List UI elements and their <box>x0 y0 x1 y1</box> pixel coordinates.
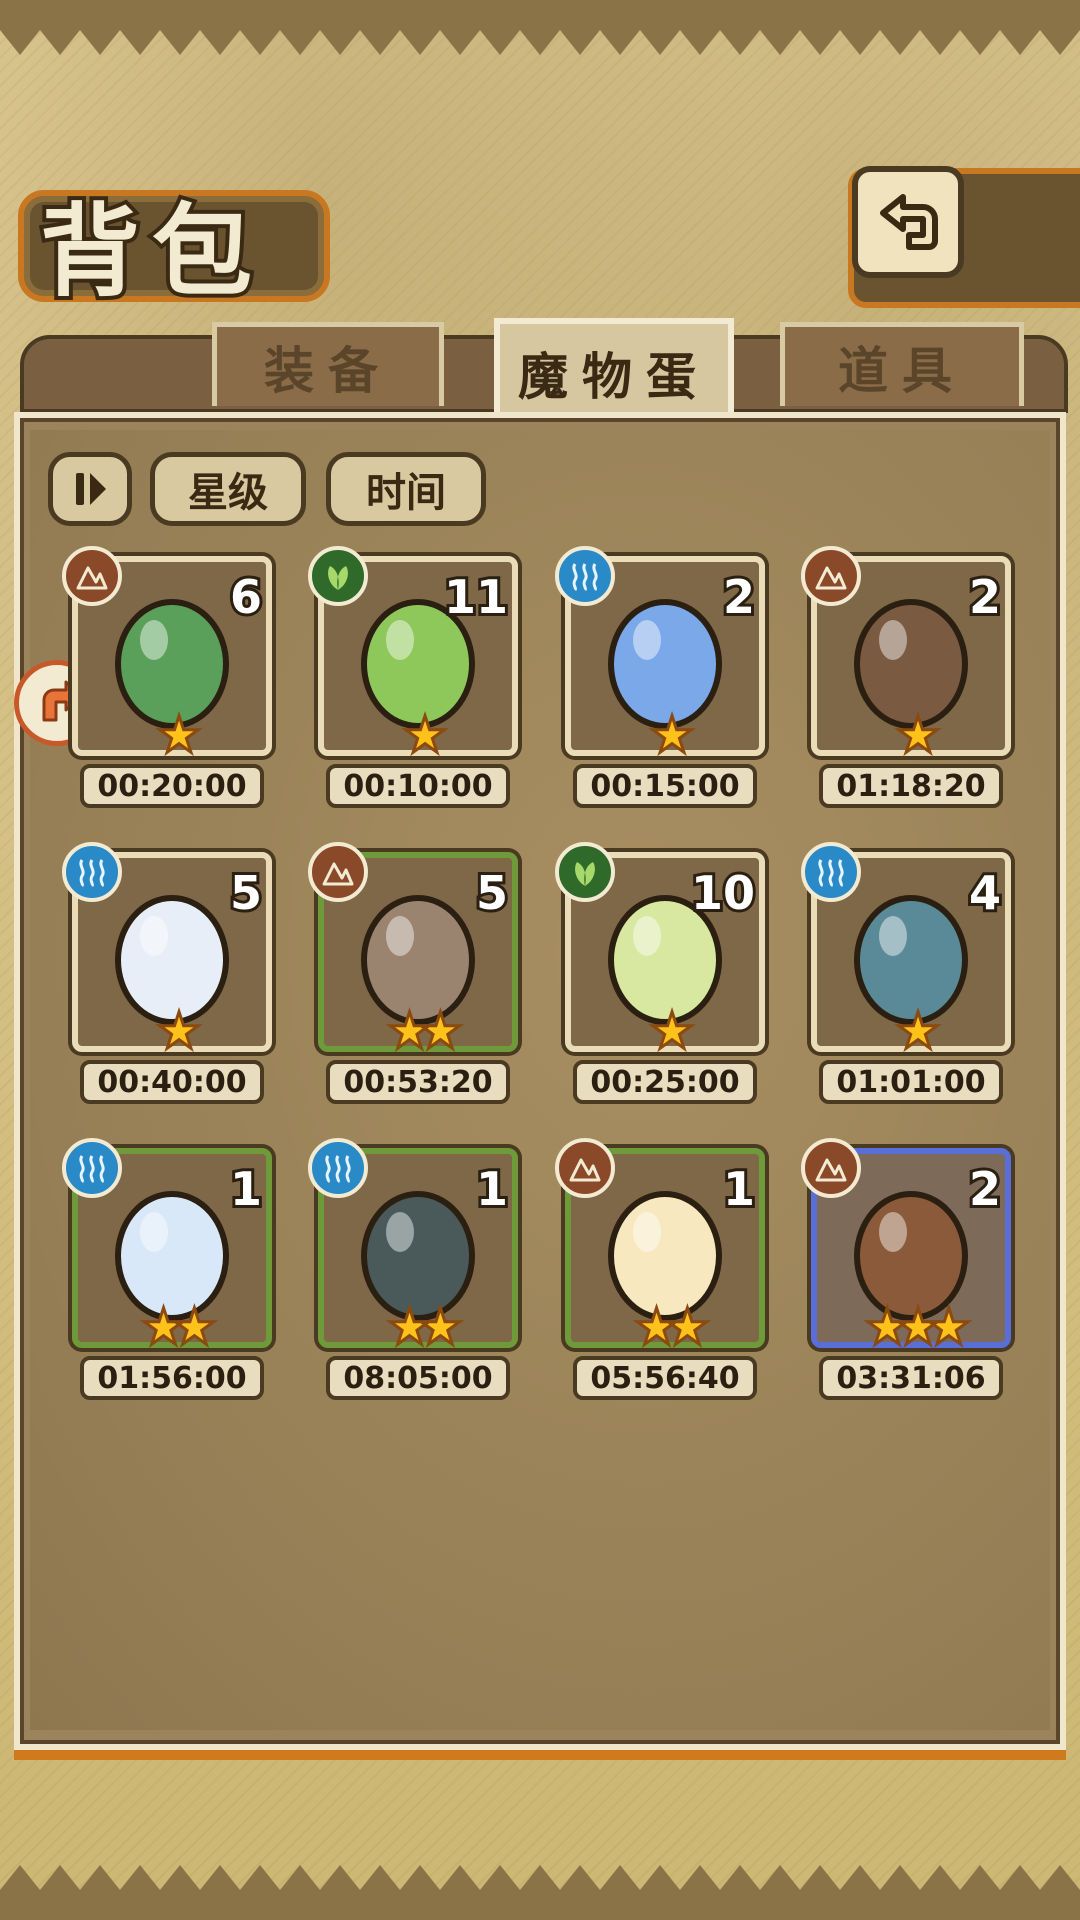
sort-toggle-icon <box>76 473 106 505</box>
egg-count: 1 <box>473 1159 511 1219</box>
egg-card[interactable]: 2 ★★★ 03:31:06 <box>801 1138 1011 1410</box>
tab-monster-eggs[interactable]: 魔物蛋 <box>494 318 734 422</box>
star-rating: ★★ <box>386 1297 465 1358</box>
hatch-timer: 00:25:00 <box>573 1060 757 1104</box>
hatch-timer: 00:15:00 <box>573 764 757 808</box>
egg-card[interactable]: 5 ★ 00:40:00 <box>62 842 272 1114</box>
egg-count: 1 <box>720 1159 758 1219</box>
egg-card[interactable]: 1 ★★ 01:56:00 <box>62 1138 272 1410</box>
egg-card[interactable]: 2 ★ 01:18:20 <box>801 546 1011 818</box>
egg-card[interactable]: 1 ★★ 05:56:40 <box>555 1138 765 1410</box>
tab-equipment[interactable]: 装备 <box>212 322 444 406</box>
page-title: 背包 <box>36 189 264 314</box>
element-earth-icon <box>801 1138 861 1198</box>
egg-card[interactable]: 10 ★ 00:25:00 <box>555 842 765 1114</box>
hatch-timer: 00:40:00 <box>80 1060 264 1104</box>
egg-card[interactable]: 11 ★ 00:10:00 <box>308 546 518 818</box>
star-rating: ★★ <box>140 1297 219 1358</box>
element-water-icon <box>801 842 861 902</box>
sort-by-star-button[interactable]: 星级 <box>150 452 306 526</box>
egg-card[interactable]: 5 ★★ 00:53:20 <box>308 842 518 1114</box>
egg-count: 2 <box>720 567 758 627</box>
sort-order-button[interactable] <box>48 452 132 526</box>
egg-count: 6 <box>227 567 265 627</box>
egg-count: 4 <box>966 863 1004 923</box>
hatch-timer: 01:18:20 <box>819 764 1003 808</box>
star-rating: ★ <box>155 1001 203 1062</box>
element-water-icon <box>308 1138 368 1198</box>
sort-by-time-button[interactable]: 时间 <box>326 452 486 526</box>
element-wood-icon <box>308 546 368 606</box>
egg-count: 5 <box>227 863 265 923</box>
element-earth-icon <box>555 1138 615 1198</box>
star-rating: ★ <box>155 705 203 766</box>
bottom-zigzag-border <box>0 1865 1080 1920</box>
element-water-icon <box>62 1138 122 1198</box>
egg-count: 2 <box>966 567 1004 627</box>
star-rating: ★ <box>894 705 942 766</box>
element-wood-icon <box>555 842 615 902</box>
element-water-icon <box>555 546 615 606</box>
star-rating: ★★ <box>633 1297 712 1358</box>
element-earth-icon <box>62 546 122 606</box>
tab-items[interactable]: 道具 <box>780 322 1024 406</box>
back-button[interactable] <box>852 166 964 278</box>
egg-card[interactable]: 6 ★ 00:20:00 <box>62 546 272 818</box>
return-arrow-icon <box>880 194 938 250</box>
egg-count: 2 <box>966 1159 1004 1219</box>
hatch-timer: 00:20:00 <box>80 764 264 808</box>
egg-count: 11 <box>441 567 511 627</box>
hatch-timer: 05:56:40 <box>573 1356 757 1400</box>
hatch-timer: 00:10:00 <box>326 764 510 808</box>
hatch-timer: 01:01:00 <box>819 1060 1003 1104</box>
egg-card[interactable]: 4 ★ 01:01:00 <box>801 842 1011 1114</box>
hatch-timer: 08:05:00 <box>326 1356 510 1400</box>
element-earth-icon <box>801 546 861 606</box>
egg-card[interactable]: 1 ★★ 08:05:00 <box>308 1138 518 1410</box>
star-rating: ★★ <box>386 1001 465 1062</box>
star-rating: ★ <box>648 705 696 766</box>
egg-card[interactable]: 2 ★ 00:15:00 <box>555 546 765 818</box>
egg-count: 10 <box>688 863 758 923</box>
top-zigzag-border <box>0 0 1080 55</box>
star-rating: ★ <box>401 705 449 766</box>
egg-count: 1 <box>227 1159 265 1219</box>
star-rating: ★★★ <box>863 1297 972 1358</box>
star-rating: ★ <box>894 1001 942 1062</box>
element-earth-icon <box>308 842 368 902</box>
hatch-timer: 00:53:20 <box>326 1060 510 1104</box>
hatch-timer: 03:31:06 <box>819 1356 1003 1400</box>
star-rating: ★ <box>648 1001 696 1062</box>
element-water-icon <box>62 842 122 902</box>
hatch-timer: 01:56:00 <box>80 1356 264 1400</box>
egg-count: 5 <box>473 863 511 923</box>
